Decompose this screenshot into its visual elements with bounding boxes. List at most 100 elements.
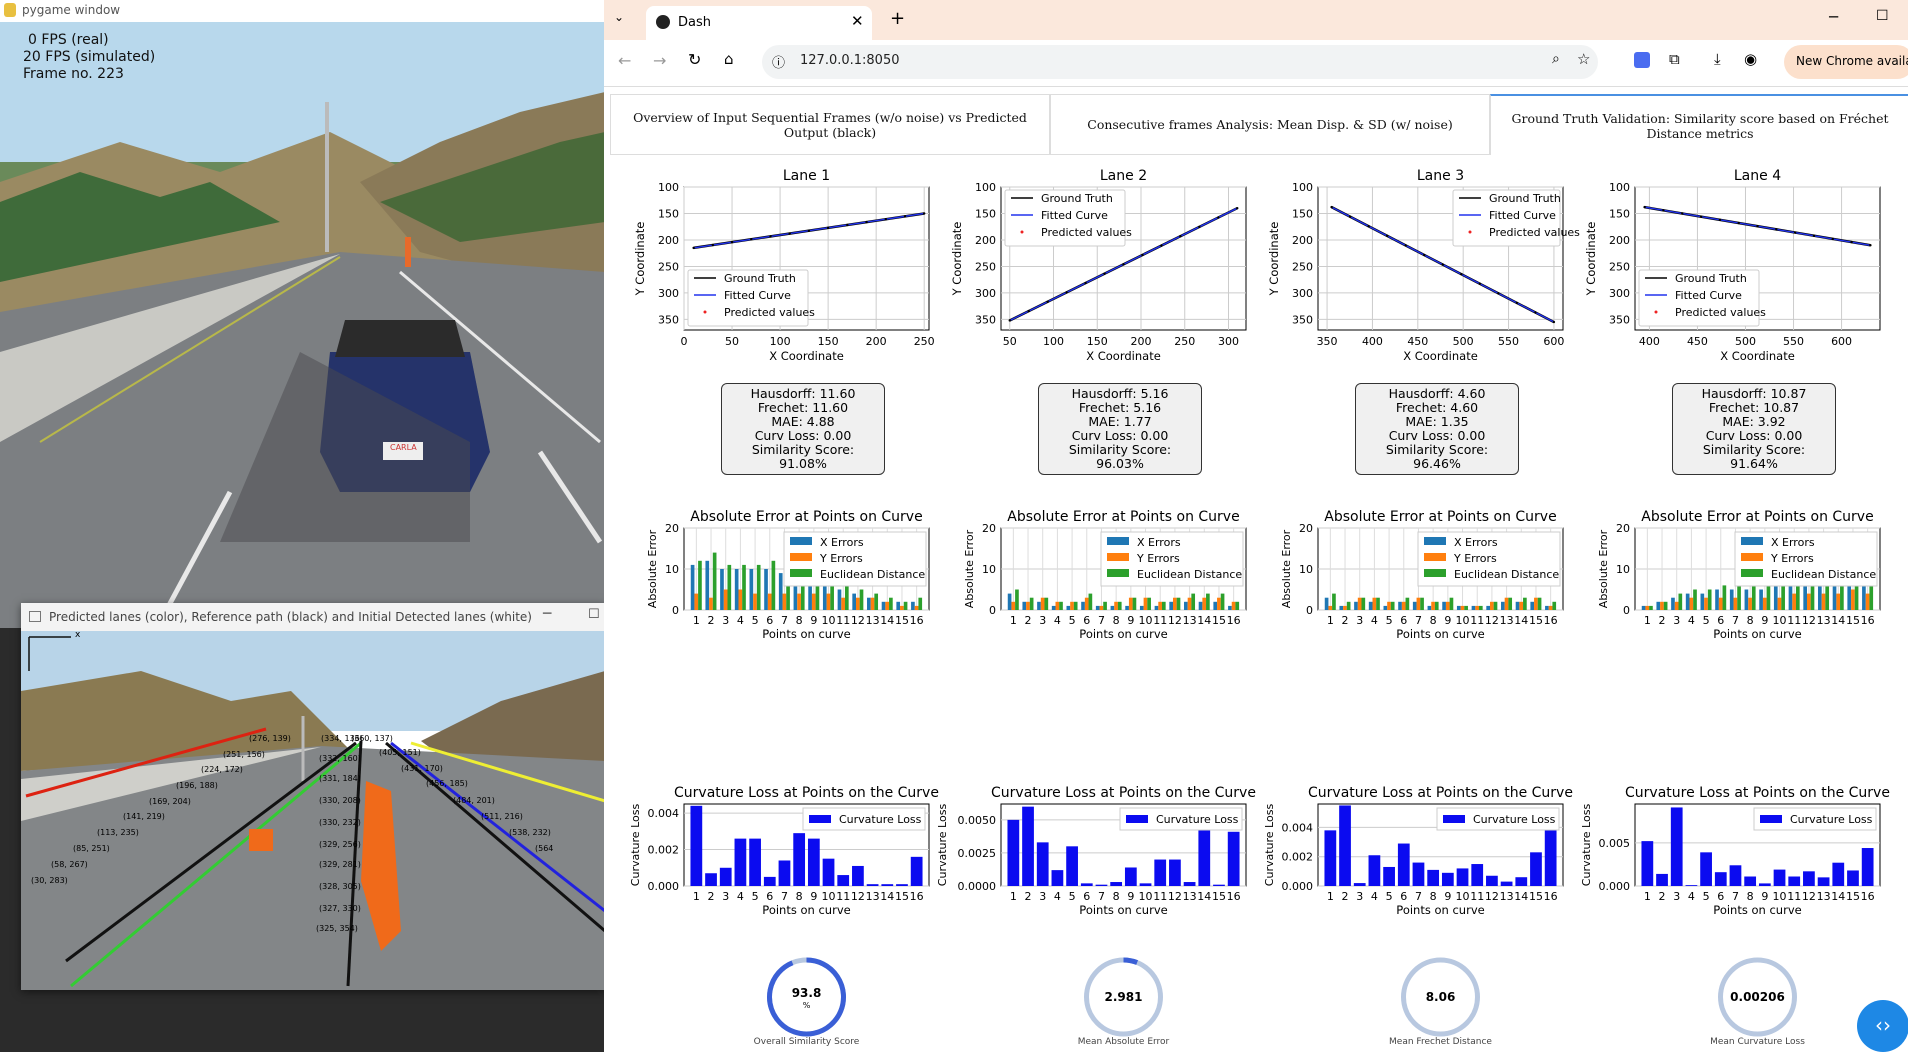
x-tick-label: 400: [1639, 335, 1660, 348]
lane-point-label: (431, 170): [401, 764, 443, 773]
legend-label: X Errors: [1771, 536, 1815, 549]
x-tick-label: 10: [1139, 890, 1153, 903]
chart-title: Curvature Loss at Points on the Curve: [1625, 785, 1890, 801]
error-bar: [690, 564, 695, 610]
curvature-loss-chart: Curvature Loss at Points on the Curve 0.0…: [629, 785, 939, 917]
error-bar: [1685, 593, 1690, 610]
curvature-bar: [807, 838, 820, 886]
legend-label: Y Errors: [1453, 552, 1497, 565]
y-tick-label: 100: [1292, 181, 1313, 194]
pygame-window: pygame window 0 FPS (real) 20 FPS (simul…: [0, 0, 605, 628]
gauge-label: Mean Curvature Loss: [1710, 1037, 1805, 1047]
error-bar: [1744, 589, 1749, 610]
error-bar: [1504, 597, 1509, 610]
error-bar: [1361, 597, 1366, 610]
lane-overlay-view: (276, 139) (251, 156) (224, 172) (196, 188)…: [21, 630, 605, 990]
error-bar: [841, 597, 845, 610]
y-tick-label: 0.0000: [958, 880, 997, 893]
error-bar: [1051, 605, 1056, 610]
gauge-fill: [1123, 957, 1139, 965]
minimize-icon[interactable]: ─: [543, 606, 551, 622]
maximize-icon[interactable]: ☐: [588, 607, 600, 622]
x-tick-label: 1: [1327, 890, 1334, 903]
x-tick-label: 14: [1514, 614, 1528, 627]
lane-point-label: (251, 156): [223, 750, 265, 759]
x-tick-label: 16: [1861, 614, 1875, 627]
y-tick-label: 250: [975, 260, 996, 273]
error-bar: [870, 597, 875, 610]
error-bar: [1070, 601, 1074, 610]
x-tick-label: 4: [1371, 890, 1378, 903]
x-tick-label: 10: [1456, 614, 1470, 627]
x-tick-label: 15: [1846, 614, 1860, 627]
curvature-bar: [1817, 877, 1830, 886]
y-tick-label: 0.004: [1282, 821, 1314, 834]
x-tick-label: 14: [1831, 890, 1845, 903]
predicted-lanes-titlebar[interactable]: Predicted lanes (color), Reference path …: [21, 603, 605, 631]
legend-label: Euclidean Distance: [1771, 568, 1876, 581]
x-tick-label: 12: [1802, 890, 1816, 903]
lane-point-label: (224, 172): [201, 765, 243, 774]
data-point: [1122, 263, 1125, 266]
error-bar: [1088, 593, 1093, 610]
y-tick-label: 0.000: [1282, 880, 1314, 893]
legend-label: Curvature Loss: [1473, 813, 1556, 826]
legend-label: Ground Truth: [1489, 192, 1561, 205]
legend-label: Fitted Curve: [1675, 289, 1742, 302]
lane-overlay-scene: (276, 139) (251, 156) (224, 172) (196, 188)…: [21, 631, 605, 990]
x-tick-label: 1: [1644, 890, 1651, 903]
x-tick-label: 9: [1127, 614, 1134, 627]
dev-tools-code-icon[interactable]: ‹›: [1857, 1000, 1908, 1052]
error-bar: [1777, 597, 1782, 610]
x-tick-label: 4: [737, 614, 744, 627]
error-bar: [811, 593, 816, 610]
x-tick-label: 7: [1098, 890, 1105, 903]
x-tick-label: 400: [1362, 335, 1383, 348]
error-bar: [1011, 601, 1016, 610]
axis-x-label: x: [75, 630, 81, 640]
x-tick-label: 100: [770, 335, 791, 348]
x-tick-label: 2: [1659, 890, 1666, 903]
data-point: [1643, 205, 1646, 209]
x-tick-label: 10: [1773, 614, 1787, 627]
error-bar: [1693, 589, 1697, 610]
data-point: [1046, 300, 1049, 303]
error-bar: [1125, 605, 1129, 610]
data-point: [1367, 225, 1370, 228]
x-tick-label: 250: [1174, 335, 1195, 348]
y-axis-label: Y Coordinate: [633, 222, 647, 297]
error-bar: [1059, 601, 1063, 610]
data-point: [750, 238, 753, 241]
chart-title: Absolute Error at Points on Curve: [1641, 509, 1873, 525]
curvature-bar: [1339, 805, 1351, 886]
x-tick-label: 15: [1846, 890, 1860, 903]
legend-label: Ground Truth: [1675, 272, 1747, 285]
data-point: [1103, 272, 1106, 275]
chart-title: Absolute Error at Points on Curve: [1007, 509, 1239, 525]
curvature-bar: [1169, 859, 1181, 886]
pygame-titlebar[interactable]: pygame window: [0, 0, 605, 22]
error-bar: [723, 589, 728, 610]
y-axis-label: Curvature Loss: [1263, 804, 1276, 887]
error-bar: [1431, 601, 1435, 610]
error-bar: [859, 589, 864, 610]
error-bar: [1707, 589, 1712, 610]
curvature-bar: [1227, 831, 1240, 886]
curvature-bar: [1847, 870, 1859, 886]
data-point: [1662, 209, 1665, 212]
lane-point-label: (276, 139): [249, 734, 291, 743]
error-bar: [1161, 601, 1166, 610]
x-tick-label: 2: [708, 614, 715, 627]
dashboard-charts: Lane 10 50 100 150 200 250100150200250300350X…: [629, 168, 1890, 1047]
error-bar: [1519, 601, 1524, 610]
x-tick-label: 6: [1083, 614, 1090, 627]
error-bar: [1231, 601, 1236, 610]
y-tick-label: 0.000: [648, 880, 680, 893]
y-tick-label: 200: [658, 234, 679, 247]
x-tick-label: 10: [1139, 614, 1153, 627]
x-tick-label: 8: [796, 890, 803, 903]
error-bar: [1066, 605, 1071, 610]
data-point: [730, 240, 734, 244]
error-bar: [1420, 597, 1424, 610]
x-axis-label: Points on curve: [1713, 903, 1801, 917]
